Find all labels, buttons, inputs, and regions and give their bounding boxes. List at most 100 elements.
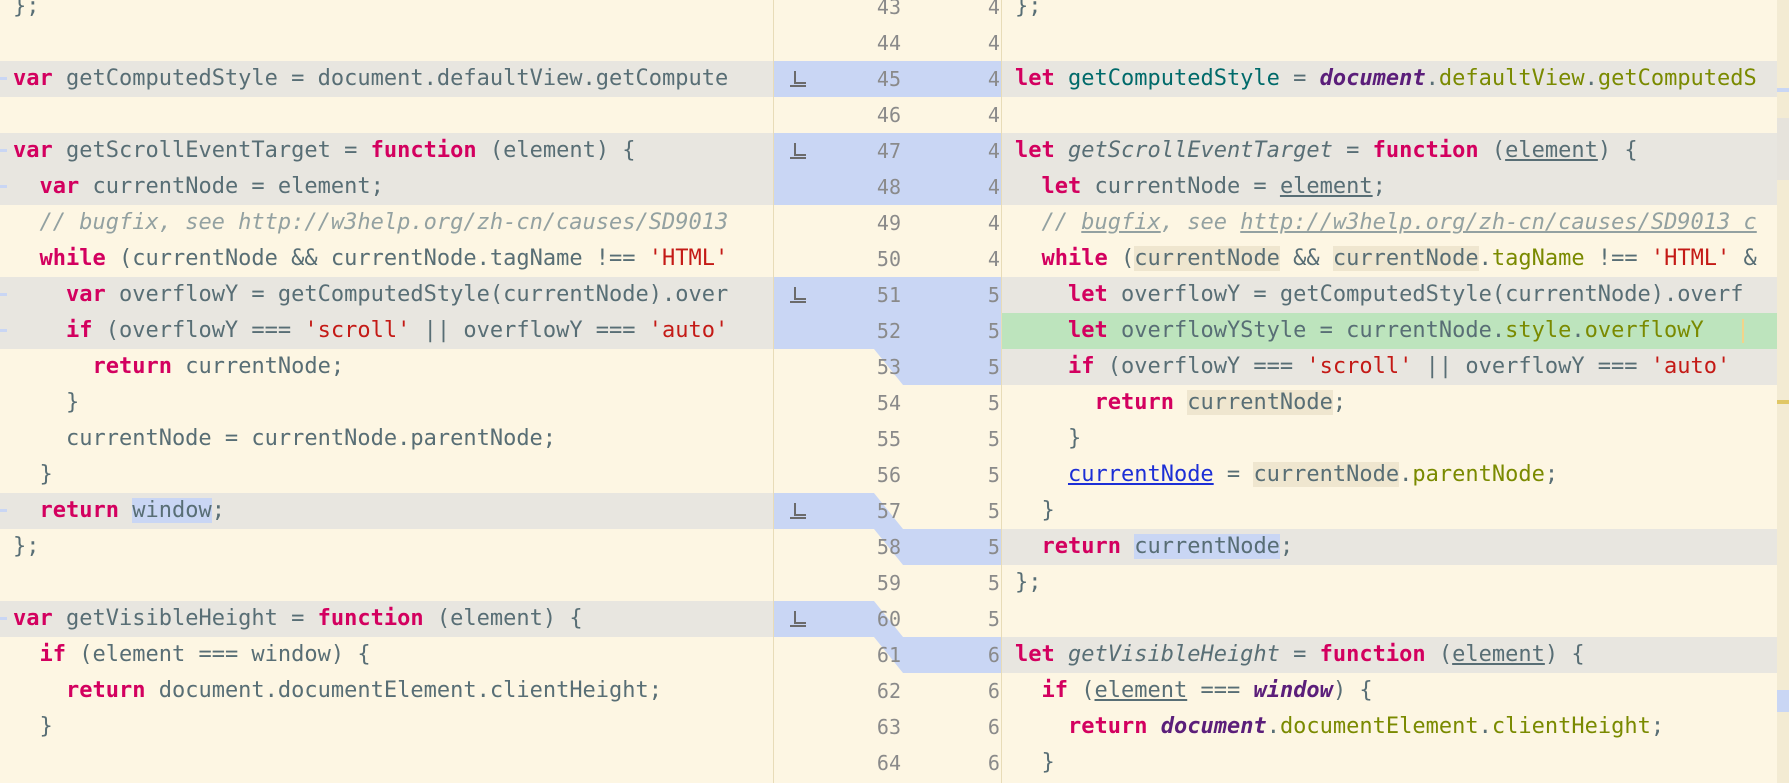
left-code-line[interactable]: // bugfix, see http://w3help.org/zh-cn/c…: [0, 205, 773, 241]
right-code-line[interactable]: let overflowY = getComputedStyle(current…: [1002, 277, 1777, 313]
vertical-scrollbar[interactable]: [1777, 0, 1789, 783]
field-token: style: [1505, 318, 1572, 343]
left-code-line[interactable]: if (overflowY === 'scroll' || overflowY …: [0, 313, 773, 349]
left-code-line[interactable]: }: [0, 457, 773, 493]
apply-change-icon[interactable]: [787, 284, 809, 306]
scrollbar-marker: [1777, 690, 1789, 712]
keyword-token: var: [65, 282, 106, 307]
left-code-line[interactable]: return document.documentElement.clientHe…: [0, 673, 773, 709]
code-text: }: [1015, 421, 1081, 457]
right-code-line[interactable]: let overflowYStyle = currentNode.style.o…: [1002, 313, 1777, 349]
left-code-line[interactable]: var getComputedStyle = document.defaultV…: [0, 61, 773, 97]
apply-change-icon[interactable]: [787, 608, 809, 630]
keyword-token: function: [317, 606, 424, 631]
right-code-line[interactable]: let getComputedStyle = document.defaultV…: [1002, 61, 1777, 97]
right-code-line[interactable]: let getVisibleHeight = function (element…: [1002, 637, 1777, 673]
code-token: || overflowY ===: [1412, 354, 1651, 379]
right-code-line[interactable]: let getScrollEventTarget = function (ele…: [1002, 133, 1777, 169]
right-code-line[interactable]: if (element === window) {: [1002, 673, 1777, 709]
code-token: (: [1425, 642, 1453, 667]
right-code-line[interactable]: };: [1002, 565, 1777, 601]
right-code-line[interactable]: }: [1002, 493, 1777, 529]
code-token: ;: [1279, 534, 1294, 559]
left-code-line[interactable]: if (element === window) {: [0, 637, 773, 673]
code-token: .: [1478, 246, 1492, 271]
left-code-line[interactable]: var overflowY = getComputedStyle(current…: [0, 277, 773, 313]
right-code-line[interactable]: return currentNode;: [1002, 529, 1777, 565]
code-text: let getComputedStyle = document.defaultV…: [1015, 61, 1757, 97]
right-line-number: 56: [987, 499, 1001, 523]
left-line-number: 55: [876, 427, 901, 451]
left-code-line[interactable]: };: [0, 529, 773, 565]
left-code-line[interactable]: var currentNode = element;: [0, 169, 773, 205]
comment-token: //: [1041, 210, 1082, 235]
right-code-line[interactable]: [1002, 25, 1777, 61]
right-code-line[interactable]: return document.documentElement.clientHe…: [1002, 709, 1777, 745]
keyword-token: while: [1041, 246, 1108, 271]
left-code-line[interactable]: [0, 25, 773, 61]
left-line-number: 49: [876, 211, 901, 235]
left-code-line[interactable]: }: [0, 385, 773, 421]
underlined-token: element: [1279, 174, 1373, 199]
right-line-number: 63: [987, 751, 1001, 775]
left-code-line[interactable]: return window;: [0, 493, 773, 529]
left-line-number: 44: [876, 31, 901, 55]
reference-token: currentNode: [1332, 246, 1479, 271]
selected-token: currentNode: [1134, 534, 1280, 559]
right-code-line[interactable]: [1002, 97, 1777, 133]
right-code-line[interactable]: while (currentNode && currentNode.tagNam…: [1002, 241, 1777, 277]
apply-change-icon[interactable]: [787, 140, 809, 162]
code-token: document.documentElement.clientHeight;: [145, 678, 663, 703]
underlined-token: element: [1094, 678, 1188, 703]
right-code-line[interactable]: currentNode = currentNode.parentNode;: [1002, 457, 1777, 493]
apply-change-icon[interactable]: [787, 68, 809, 90]
right-line-number: 61: [987, 679, 1001, 703]
scrollbar-thumb[interactable]: [1777, 118, 1789, 180]
right-code-line[interactable]: }: [1002, 745, 1777, 781]
comment-token: , see: [1160, 210, 1241, 235]
left-code-line[interactable]: return currentNode;: [0, 349, 773, 385]
code-token: =: [1213, 462, 1254, 487]
code-text: var overflowY = getComputedStyle(current…: [13, 277, 728, 313]
right-code-line[interactable]: let currentNode = element;: [1002, 169, 1777, 205]
left-code-line[interactable]: var getVisibleHeight = function (element…: [0, 601, 773, 637]
keyword-token: var: [39, 174, 80, 199]
apply-change-icon[interactable]: [787, 500, 809, 522]
left-code-line[interactable]: [0, 97, 773, 133]
left-code-line[interactable]: [0, 745, 773, 781]
left-code-line[interactable]: }: [0, 709, 773, 745]
code-token: ) {: [1332, 678, 1373, 703]
code-token: .: [1425, 66, 1439, 91]
code-text: return document.documentElement.clientHe…: [1015, 709, 1664, 745]
right-code-line[interactable]: [1002, 601, 1777, 637]
left-line-number: 50: [876, 247, 901, 271]
code-token: }: [1015, 750, 1055, 775]
left-line-number: 46: [876, 103, 901, 127]
left-code-pane[interactable]: }; var getComputedStyle = document.defaul…: [0, 0, 773, 783]
left-code-line[interactable]: [0, 565, 773, 601]
change-tick: [0, 509, 7, 512]
right-code-line[interactable]: }: [1002, 421, 1777, 457]
right-code-pane[interactable]: }; let getComputedStyle = document.defaul…: [1002, 0, 1777, 783]
right-code-line[interactable]: return currentNode;: [1002, 385, 1777, 421]
left-code-line[interactable]: };: [0, 0, 773, 25]
left-code-line[interactable]: currentNode = currentNode.parentNode;: [0, 421, 773, 457]
left-code-line[interactable]: var getScrollEventTarget = function (ele…: [0, 133, 773, 169]
left-code-line[interactable]: while (currentNode && currentNode.tagNam…: [0, 241, 773, 277]
right-line-number: 42: [987, 0, 1001, 19]
right-line-number: 48: [987, 211, 1001, 235]
right-code-line[interactable]: if (overflowY === 'scroll' || overflowY …: [1002, 349, 1777, 385]
left-line-number: 63: [876, 715, 901, 739]
code-token: ===: [1187, 678, 1254, 703]
right-code-line[interactable]: };: [1002, 0, 1777, 25]
right-code-line[interactable]: // bugfix, see http://w3help.org/zh-cn/c…: [1002, 205, 1777, 241]
right-line-number: 49: [987, 247, 1001, 271]
